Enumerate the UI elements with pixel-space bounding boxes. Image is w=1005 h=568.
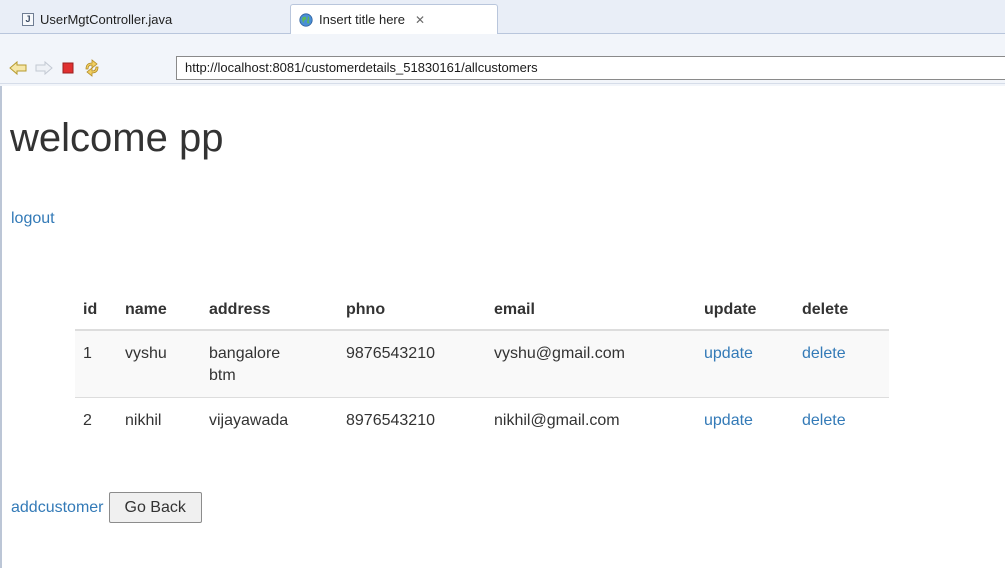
cell-email: vyshu@gmail.com (486, 330, 696, 398)
page-actions: addcustomer Go Back (11, 492, 202, 523)
table-header-row: id name address phno email update delete (75, 291, 889, 331)
logout-link[interactable]: logout (11, 210, 55, 228)
forward-button[interactable] (34, 58, 54, 78)
cell-phno: 8976543210 (346, 412, 435, 429)
back-button[interactable] (8, 58, 28, 78)
cell-name: vyshu (117, 330, 201, 398)
tab-label: Insert title here (319, 12, 405, 27)
delete-link[interactable]: delete (802, 412, 846, 429)
cell-phno: 9876543210 (338, 330, 486, 398)
tab-usermgtcontroller[interactable]: J UserMgtController.java (14, 4, 284, 34)
cell-delete: delete (794, 330, 889, 398)
cell-id: 2 (83, 412, 92, 429)
column-header-email: email (486, 291, 696, 331)
cell-email: nikhil@gmail.com (494, 412, 620, 429)
addcustomer-link[interactable]: addcustomer (11, 499, 104, 517)
stop-icon (62, 62, 74, 74)
java-file-icon: J (22, 12, 34, 26)
table-row: 1 vyshu bangalore btm 9876543210 vyshu@g… (75, 330, 889, 398)
tab-insert-title-here[interactable]: Insert title here ✕ (290, 4, 498, 34)
column-header-address: address (201, 291, 338, 331)
forward-arrow-icon (35, 60, 53, 76)
cell-address: bangalore btm (201, 330, 338, 398)
url-input[interactable]: http://localhost:8081/customerdetails_51… (176, 56, 1005, 80)
address-line: vijayawada (209, 412, 289, 429)
table-row: 2 nikhil vijayawada 8976543210 nikhil@gm… (75, 398, 889, 443)
stop-button[interactable] (58, 58, 78, 78)
column-header-id: id (75, 291, 117, 331)
editor-tab-strip: J UserMgtController.java Insert title he… (0, 0, 1005, 34)
cell-update: update (696, 398, 794, 443)
refresh-button[interactable] (82, 58, 102, 78)
back-arrow-icon (9, 60, 27, 76)
browser-window: J UserMgtController.java Insert title he… (0, 0, 1005, 568)
go-back-button[interactable]: Go Back (108, 492, 202, 523)
cell-name: nikhil (125, 412, 162, 429)
close-tab-icon[interactable]: ✕ (415, 13, 425, 27)
cell-delete: delete (794, 398, 889, 443)
cell-id: 1 (75, 330, 117, 398)
update-link[interactable]: update (704, 412, 753, 429)
column-header-update: update (696, 291, 794, 331)
column-header-phno: phno (338, 291, 486, 331)
cell-address: vijayawada (201, 398, 338, 443)
address-line: bangalore (209, 345, 281, 362)
toolbar-divider (0, 83, 1005, 84)
delete-link[interactable]: delete (802, 345, 846, 362)
refresh-icon (85, 59, 99, 77)
globe-icon (299, 12, 313, 27)
page-content: welcome pp logout id name address phno e… (0, 86, 1005, 568)
page-title: welcome pp (10, 116, 224, 160)
browser-toolbar: http://localhost:8081/customerdetails_51… (0, 34, 1005, 86)
cell-update: update (696, 330, 794, 398)
update-link[interactable]: update (704, 345, 753, 362)
customers-table: id name address phno email update delete… (75, 291, 889, 442)
address-line: btm (209, 367, 236, 384)
column-header-delete: delete (794, 291, 889, 331)
tab-label: UserMgtController.java (40, 11, 173, 27)
column-header-name: name (117, 291, 201, 331)
